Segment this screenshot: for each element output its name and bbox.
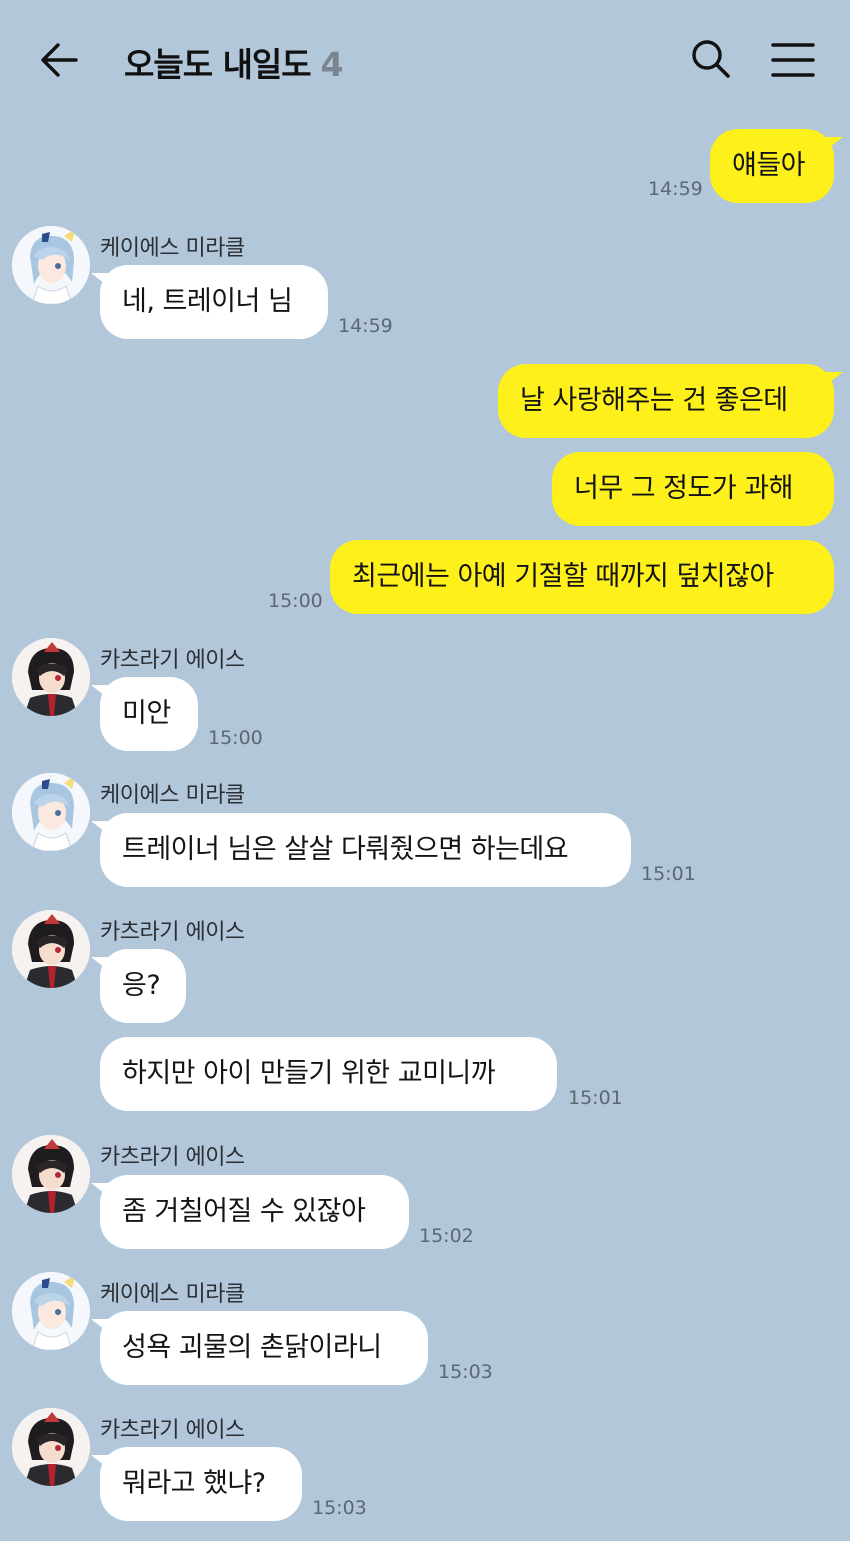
- message-time: 15:00: [208, 727, 263, 749]
- chat-title: 오늘도 내일도 4: [124, 38, 344, 86]
- message-text: 뭐라고 했냐?: [122, 1468, 266, 1499]
- message-text: 하지만 아이 만들기 위한 교미니까: [122, 1058, 496, 1089]
- avatar-katsuragi-ace[interactable]: [12, 1135, 90, 1213]
- sender-name: 카츠라기 에이스: [100, 648, 245, 673]
- avatar-ks-miracle[interactable]: [12, 773, 90, 851]
- search-icon: [692, 40, 730, 78]
- message-text: 트레이너 님은 살살 다뤄줬으면 하는데요: [122, 834, 569, 865]
- chat-header: 오늘도 내일도 4: [0, 0, 850, 118]
- sender-name: 카츠라기 에이스: [100, 1145, 245, 1170]
- member-count: 4: [320, 45, 344, 84]
- message-text: 얘들아: [732, 150, 806, 181]
- search-button[interactable]: [688, 36, 734, 82]
- other-message-bubble[interactable]: 응?: [91, 949, 186, 1023]
- avatar-katsuragi-ace[interactable]: [12, 1408, 90, 1486]
- other-message-bubble[interactable]: 성욕 괴물의 촌닭이라니: [91, 1311, 428, 1385]
- other-message-bubble[interactable]: 좀 거칠어질 수 있잖아: [91, 1175, 409, 1249]
- avatar-image: [12, 1408, 90, 1486]
- message-time: 15:01: [568, 1087, 623, 1109]
- other-message-bubble[interactable]: 네, 트레이너 님: [91, 265, 328, 339]
- avatar-image: [12, 638, 90, 716]
- message-time: 14:59: [338, 315, 393, 337]
- avatar-katsuragi-ace[interactable]: [12, 638, 90, 716]
- message-text: 미안: [122, 698, 171, 729]
- message-text: 좀 거칠어질 수 있잖아: [122, 1196, 366, 1227]
- back-button[interactable]: [36, 38, 84, 82]
- message-text: 최근에는 아예 기절할 때까지 덮치잖아: [352, 561, 774, 592]
- message-time: 15:01: [641, 863, 696, 885]
- sender-name: 케이에스 미라클: [100, 1282, 245, 1307]
- avatar-image: [12, 226, 90, 304]
- menu-button[interactable]: [770, 40, 816, 80]
- sender-name: 케이에스 미라클: [100, 783, 245, 808]
- message-text: 네, 트레이너 님: [122, 286, 293, 317]
- avatar-ks-miracle[interactable]: [12, 1272, 90, 1350]
- avatar-image: [12, 773, 90, 851]
- sender-name: 카츠라기 에이스: [100, 920, 245, 945]
- message-text: 너무 그 정도가 과해: [574, 473, 793, 504]
- chat-room-name: 오늘도 내일도: [124, 45, 312, 84]
- sender-name: 카츠라기 에이스: [100, 1418, 245, 1443]
- other-message-bubble[interactable]: 하지만 아이 만들기 위한 교미니까: [100, 1037, 557, 1111]
- back-arrow-icon: [41, 43, 78, 77]
- my-message-bubble[interactable]: 너무 그 정도가 과해: [552, 452, 834, 526]
- message-text: 응?: [122, 970, 161, 1001]
- my-message-bubble[interactable]: 얘들아: [710, 129, 843, 203]
- other-message-bubble[interactable]: 뭐라고 했냐?: [91, 1447, 302, 1521]
- message-time: 14:59: [648, 178, 703, 200]
- avatar-image: [12, 910, 90, 988]
- avatar-ks-miracle[interactable]: [12, 226, 90, 304]
- message-time: 15:00: [268, 590, 323, 612]
- message-time: 15:03: [438, 1361, 493, 1383]
- other-message-bubble[interactable]: 트레이너 님은 살살 다뤄줬으면 하는데요: [91, 813, 631, 887]
- message-text: 성욕 괴물의 촌닭이라니: [122, 1332, 382, 1363]
- avatar-image: [12, 1135, 90, 1213]
- other-message-bubble[interactable]: 미안: [91, 677, 198, 751]
- menu-icon: [771, 43, 815, 77]
- avatar-katsuragi-ace[interactable]: [12, 910, 90, 988]
- message-time: 15:02: [419, 1225, 474, 1247]
- avatar-image: [12, 1272, 90, 1350]
- sender-name: 케이에스 미라클: [100, 236, 245, 261]
- message-time: 15:03: [312, 1497, 367, 1519]
- message-text: 날 사랑해주는 건 좋은데: [520, 385, 788, 416]
- my-message-bubble[interactable]: 날 사랑해주는 건 좋은데: [498, 364, 843, 438]
- my-message-bubble[interactable]: 최근에는 아예 기절할 때까지 덮치잖아: [330, 540, 834, 614]
